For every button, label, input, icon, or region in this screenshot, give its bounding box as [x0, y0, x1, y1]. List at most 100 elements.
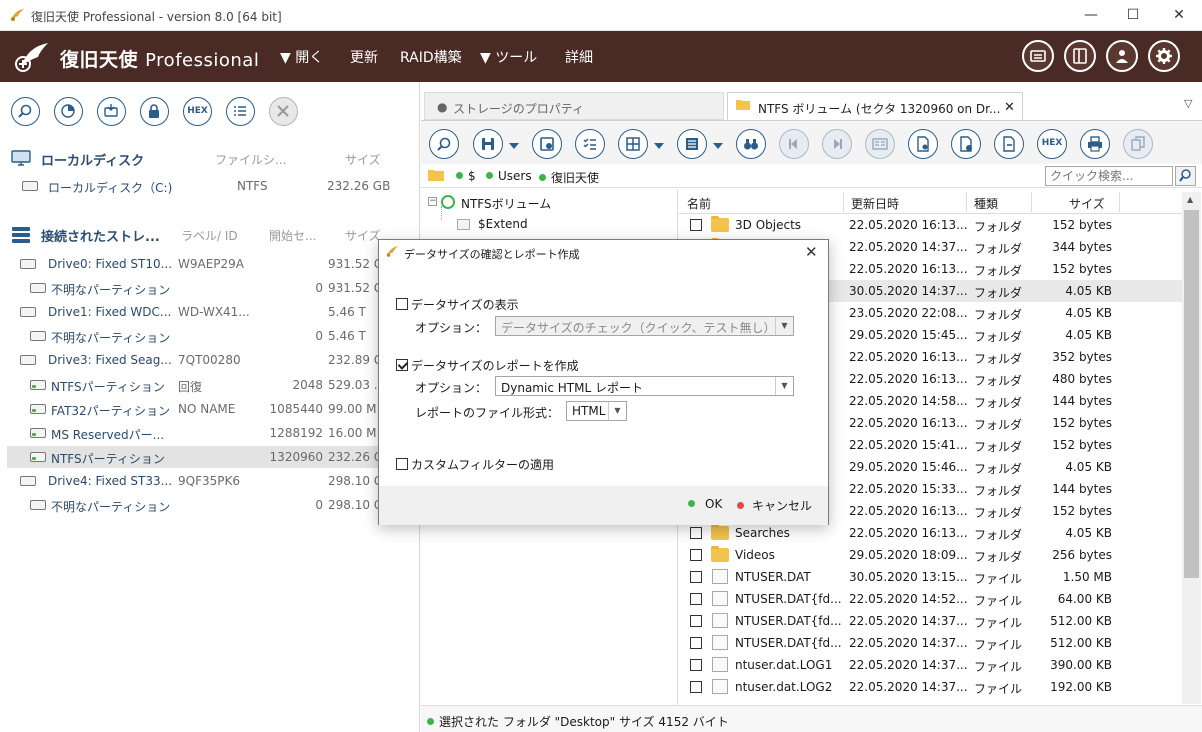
format-select[interactable]: HTML ▼	[566, 401, 627, 421]
list-item[interactable]: ntuser.dat.LOG2 22.05.2020 14:37... ファイル 19…	[679, 676, 1184, 698]
partition-row[interactable]: MS Reservedパー... 1288192 16.00 M	[7, 422, 417, 444]
menu-open[interactable]: ▼ 開く	[280, 47, 323, 67]
row-checkbox[interactable]	[690, 571, 702, 583]
panel-layout-icon[interactable]	[1064, 40, 1096, 72]
drive-row[interactable]: Drive4: Fixed ST33... 9QF35PK6 298.10 G	[7, 470, 417, 492]
print-icon[interactable]	[1080, 129, 1110, 159]
ok-button[interactable]: OK	[688, 497, 722, 511]
breadcrumb-users[interactable]: Users	[486, 169, 532, 183]
close-icon[interactable]	[269, 97, 298, 126]
partition-row[interactable]: FAT32パーティション NO NAME 1085440 99.00 M	[7, 398, 417, 420]
hex-icon[interactable]: HEX	[1037, 129, 1067, 159]
partition-row[interactable]: 不明なパーティション 0 298.10 G	[7, 494, 417, 516]
list-item[interactable]: NTUSER.DAT{fd... 22.05.2020 14:52... ファイル 6…	[679, 588, 1184, 610]
list-item[interactable]: Videos 29.05.2020 18:09... フォルダ 256 bytes	[679, 544, 1184, 566]
partition-row[interactable]: NTFSパーティション 回復 2048 529.03 ...	[7, 374, 417, 396]
show-size-checkbox[interactable]	[396, 298, 408, 310]
drive-row[interactable]: Drive0: Fixed ST10... W9AEP29A 931.52 G	[7, 253, 417, 275]
save-report-icon[interactable]	[532, 129, 562, 159]
custom-filter-checkbox[interactable]	[396, 458, 408, 470]
scan-icon[interactable]	[54, 97, 83, 126]
checklist-icon[interactable]	[575, 129, 605, 159]
minimize-button[interactable]: —	[1068, 0, 1114, 31]
col-label-id[interactable]: ラベル/ ID	[181, 227, 238, 244]
drive-list-icon[interactable]	[1022, 40, 1054, 72]
tab-storage-properties[interactable]: ● ストレージのプロパティ	[424, 92, 724, 120]
recover-file-icon[interactable]	[951, 129, 981, 159]
partition-row[interactable]: 不明なパーティション 0 5.46 T	[7, 325, 417, 347]
col-type[interactable]: 種類	[974, 195, 998, 212]
export-file-icon[interactable]	[994, 129, 1024, 159]
lock-icon[interactable]	[140, 97, 169, 126]
cancel-button[interactable]: キャンセル	[737, 497, 812, 514]
maximize-button[interactable]: ☐	[1110, 0, 1156, 31]
scrollbar-thumb[interactable]	[1184, 210, 1199, 578]
row-checkbox[interactable]	[690, 659, 702, 671]
tree-extend-label[interactable]: $Extend	[478, 217, 528, 231]
next-icon[interactable]	[822, 129, 852, 159]
create-report-label[interactable]: データサイズのレポートを作成	[411, 357, 579, 374]
search-icon[interactable]	[1175, 166, 1196, 186]
row-checkbox[interactable]	[690, 593, 702, 605]
col-filesystem[interactable]: ファイルシ...	[215, 151, 286, 168]
menu-raid[interactable]: RAID構築	[400, 47, 462, 67]
grid-view-icon[interactable]	[618, 129, 648, 159]
option2-select[interactable]: Dynamic HTML レポート ▼	[495, 376, 794, 396]
quick-search-input[interactable]	[1045, 166, 1173, 186]
save-dropdown-icon[interactable]	[509, 143, 519, 149]
row-checkbox[interactable]	[690, 615, 702, 627]
save-icon[interactable]	[473, 129, 503, 159]
tree-collapse-icon[interactable]: −	[428, 197, 437, 206]
list-item[interactable]: ntuser.dat.LOG1 22.05.2020 14:37... ファイル 39…	[679, 654, 1184, 676]
option1-select[interactable]: データサイズのチェック（クイック、テスト無し） ▼	[495, 316, 794, 336]
drive-row[interactable]: Drive3: Fixed Seag... 7QT00280 232.89 G	[7, 349, 417, 371]
tab-close-icon[interactable]: ✕	[1004, 100, 1015, 115]
previous-icon[interactable]	[779, 129, 809, 159]
list-item[interactable]: Searches 22.05.2020 16:13... フォルダ 4.05 KB	[679, 522, 1184, 544]
drive-row[interactable]: Drive1: Fixed WDC... WD-WX41... 5.46 T	[7, 301, 417, 323]
col-modified[interactable]: 更新日時	[851, 195, 899, 212]
menu-refresh[interactable]: 更新	[350, 47, 378, 67]
scroll-up-icon[interactable]: ▲	[1187, 195, 1193, 204]
row-checkbox[interactable]	[690, 527, 702, 539]
list-item[interactable]: NTUSER.DAT{fd... 22.05.2020 14:37... ファイル 5…	[679, 632, 1184, 654]
row-checkbox[interactable]	[690, 549, 702, 561]
menu-details[interactable]: 詳細	[565, 47, 593, 67]
row-checkbox[interactable]	[690, 681, 702, 693]
menu-tools[interactable]: ▼ ツール	[480, 47, 537, 67]
col-size[interactable]: サイズ	[1069, 195, 1105, 212]
detail-view-icon[interactable]	[677, 129, 707, 159]
gear-icon[interactable]	[1148, 40, 1180, 72]
list-item[interactable]: NTUSER.DAT 30.05.2020 13:15... ファイル 1.50 MB	[679, 566, 1184, 588]
local-disk-row[interactable]: ローカルディスク（C:) NTFS 232.26 GB	[7, 175, 417, 197]
breadcrumb-root[interactable]: $	[456, 169, 476, 183]
vertical-scrollbar[interactable]: ▲ ▼	[1182, 192, 1201, 704]
copy-path-icon[interactable]	[1123, 129, 1153, 159]
list-item[interactable]: 3D Objects 22.05.2020 16:13... フォルダ 152 byt…	[679, 214, 1184, 236]
list-icon[interactable]	[226, 97, 255, 126]
tab-ntfs-volume[interactable]: NTFS ボリューム (セクタ 1320960 on Dr... ✕	[727, 92, 1023, 120]
show-size-label[interactable]: データサイズの表示	[411, 296, 519, 313]
preview-card-icon[interactable]	[865, 129, 895, 159]
partition-row[interactable]: NTFSパーティション 1320960 232.26 G	[7, 446, 417, 468]
search-icon[interactable]	[429, 129, 459, 159]
hex-icon[interactable]: HEX	[183, 97, 212, 126]
tab-menu-icon[interactable]: ▽	[1184, 97, 1192, 110]
list-item[interactable]: NTUSER.DAT{fd... 22.05.2020 14:37... ファイル 5…	[679, 610, 1184, 632]
col-size[interactable]: サイズ	[345, 151, 381, 168]
file-settings-icon[interactable]	[908, 129, 938, 159]
col-size[interactable]: サイズ	[345, 227, 381, 244]
row-checkbox[interactable]	[690, 219, 702, 231]
binoculars-icon[interactable]	[736, 129, 766, 159]
dialog-close-button[interactable]: ✕	[805, 243, 818, 261]
image-drive-icon[interactable]	[97, 97, 126, 126]
row-checkbox[interactable]	[690, 637, 702, 649]
col-start-sector[interactable]: 開始セ...	[269, 227, 316, 244]
create-report-checkbox[interactable]	[396, 359, 408, 371]
breadcrumb-current[interactable]: 復旧天使	[539, 169, 599, 186]
user-icon[interactable]	[1106, 40, 1138, 72]
col-name[interactable]: 名前	[687, 195, 711, 212]
custom-filter-label[interactable]: カスタムフィルターの適用	[411, 456, 554, 473]
detail-dropdown-icon[interactable]	[713, 143, 723, 149]
close-button[interactable]: ✕	[1156, 0, 1202, 31]
